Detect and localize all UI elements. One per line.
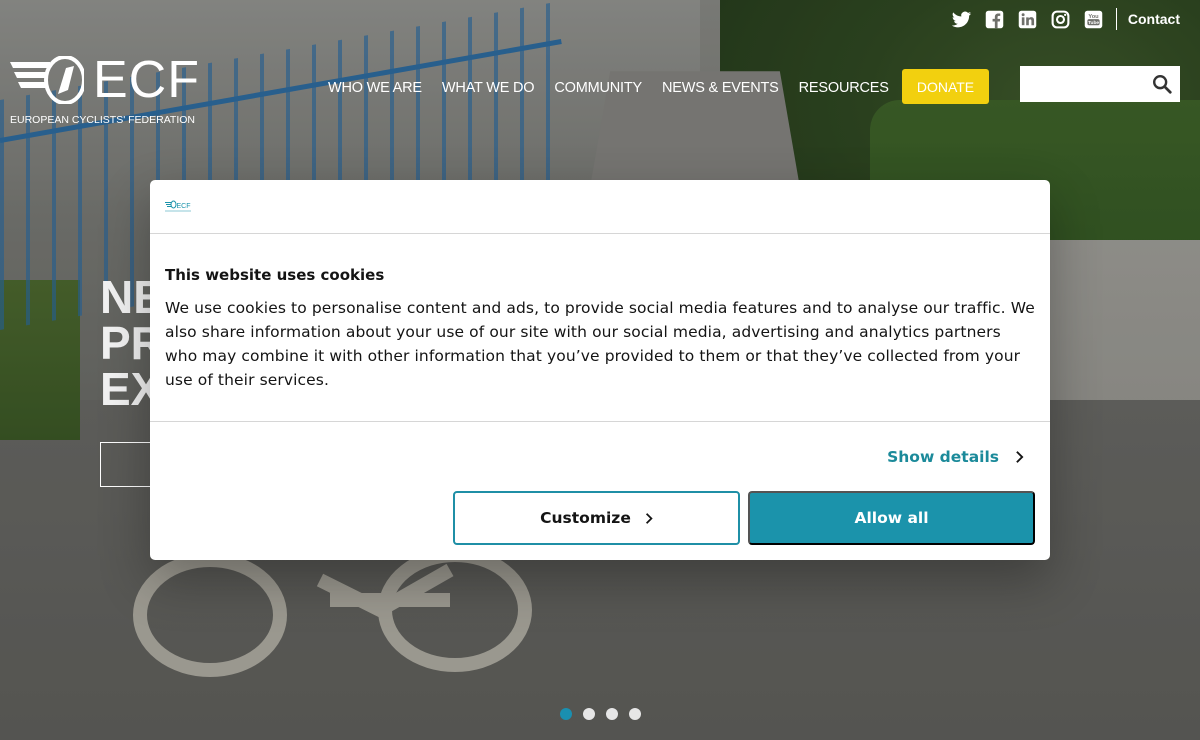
instagram-icon[interactable] <box>1050 9 1071 30</box>
contact-link[interactable]: Contact <box>1117 11 1180 27</box>
search-input[interactable] <box>1020 66 1144 102</box>
svg-text:Tube: Tube <box>1088 19 1099 25</box>
show-details-label: Show details <box>887 448 999 466</box>
logo-text: ECF <box>93 51 200 109</box>
social-links: You Tube <box>951 8 1117 30</box>
carousel-dots <box>560 708 641 720</box>
nav-what-we-do[interactable]: WHAT WE DO <box>432 77 545 99</box>
logo-subtitle: EUROPEAN CYCLISTS' FEDERATION <box>10 114 196 126</box>
svg-text:You: You <box>1088 13 1099 19</box>
youtube-icon[interactable]: You Tube <box>1083 9 1104 30</box>
show-details-link[interactable]: Show details <box>887 448 1024 466</box>
carousel-dot-2[interactable] <box>583 708 595 720</box>
cookie-dialog-header: ECF <box>150 180 1050 234</box>
cookie-description: We use cookies to personalise content an… <box>165 299 1035 389</box>
donate-button[interactable]: DONATE <box>902 69 989 104</box>
linkedin-icon[interactable] <box>1017 9 1038 30</box>
chevron-right-icon <box>1016 451 1024 463</box>
customize-label: Customize <box>540 509 631 527</box>
main-nav: WHO WE ARE WHAT WE DO COMMUNITY NEWS & E… <box>318 77 899 99</box>
cookie-consent-dialog: ECF This website uses cookies We use coo… <box>150 180 1050 560</box>
nav-resources[interactable]: RESOURCES <box>789 77 899 99</box>
search-button[interactable] <box>1144 66 1180 102</box>
cookie-title: This website uses cookies <box>165 266 385 284</box>
ecf-logo[interactable]: ECF EUROPEAN CYCLISTS' FEDERATION <box>10 51 199 128</box>
carousel-dot-4[interactable] <box>629 708 641 720</box>
chevron-right-icon <box>645 512 653 524</box>
ecf-wing-logo-icon <box>10 56 84 104</box>
carousel-dot-1[interactable] <box>560 708 572 720</box>
search-icon <box>1153 75 1172 94</box>
ecf-small-logo-icon: ECF <box>165 200 191 212</box>
top-bar: You Tube Contact <box>951 8 1180 30</box>
carousel-dot-3[interactable] <box>606 708 618 720</box>
nav-who-we-are[interactable]: WHO WE ARE <box>318 77 432 99</box>
divider <box>150 421 1050 422</box>
twitter-icon[interactable] <box>951 9 972 30</box>
cookie-logo-text: ECF <box>177 203 191 210</box>
search-box <box>1020 66 1180 102</box>
nav-news-events[interactable]: NEWS & EVENTS <box>652 77 789 99</box>
allow-all-button[interactable]: Allow all <box>748 491 1035 545</box>
facebook-icon[interactable] <box>984 9 1005 30</box>
nav-community[interactable]: COMMUNITY <box>544 77 652 99</box>
customize-button[interactable]: Customize <box>453 491 740 545</box>
